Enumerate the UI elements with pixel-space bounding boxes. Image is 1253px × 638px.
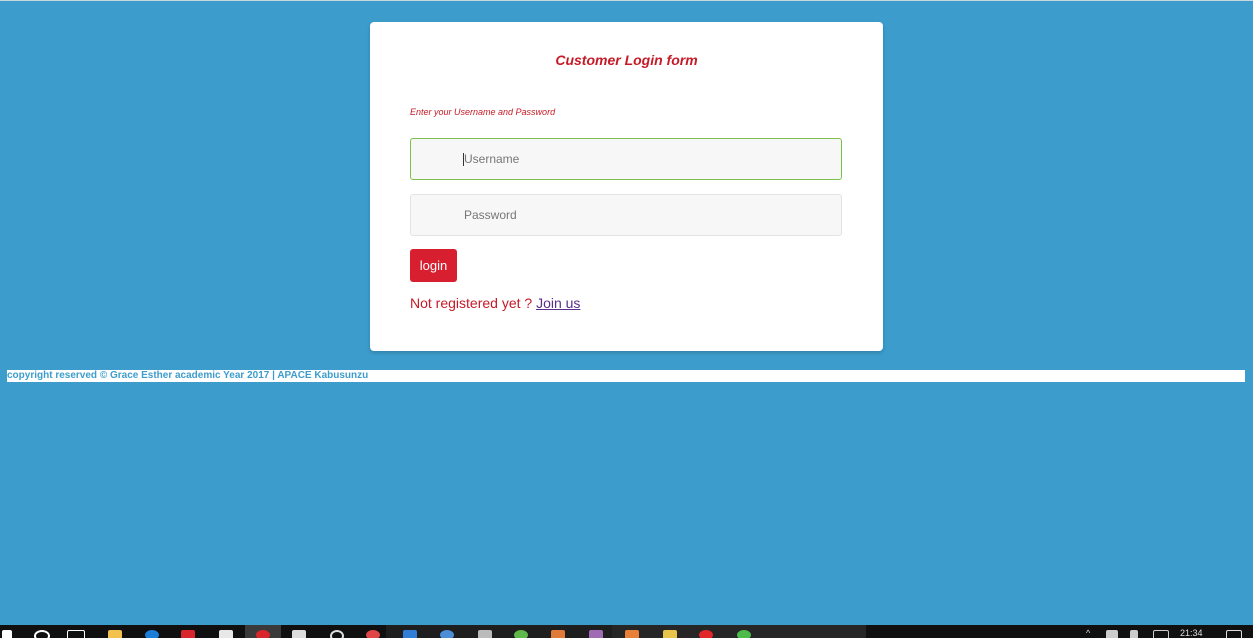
tray-chevron-icon[interactable]: ^ bbox=[1086, 629, 1090, 638]
login-button[interactable]: login bbox=[410, 249, 457, 282]
app-icon[interactable] bbox=[330, 630, 344, 638]
app-icon[interactable] bbox=[625, 630, 639, 638]
clock-icon[interactable] bbox=[366, 630, 380, 638]
join-us-link[interactable]: Join us bbox=[536, 295, 580, 311]
file-explorer-icon[interactable] bbox=[108, 630, 122, 638]
app-icon[interactable] bbox=[551, 630, 565, 638]
start-icon[interactable] bbox=[2, 630, 12, 638]
text-cursor bbox=[463, 153, 464, 166]
login-card: Customer Login form Enter your Username … bbox=[370, 22, 883, 351]
window-top-edge bbox=[0, 0, 1253, 1]
app-icon[interactable] bbox=[478, 630, 492, 638]
chrome-icon[interactable] bbox=[256, 630, 270, 638]
notifications-icon[interactable] bbox=[1226, 630, 1242, 638]
footer: copyright reserved © Grace Esther academ… bbox=[7, 370, 1245, 382]
app-icon[interactable] bbox=[440, 630, 454, 638]
task-view-icon[interactable] bbox=[67, 630, 85, 638]
password-input[interactable] bbox=[410, 194, 842, 236]
copyright-text: copyright reserved © Grace Esther academ… bbox=[7, 370, 369, 381]
app-icon[interactable] bbox=[181, 630, 195, 638]
search-icon[interactable] bbox=[34, 630, 50, 638]
app-icon[interactable] bbox=[737, 630, 751, 638]
windows-taskbar: ^ 21:34 bbox=[0, 625, 1253, 638]
keyboard-icon[interactable] bbox=[1153, 630, 1169, 638]
form-title: Customer Login form bbox=[555, 52, 698, 68]
network-icon[interactable] bbox=[1130, 630, 1138, 638]
form-instructions: Enter your Username and Password bbox=[410, 107, 556, 117]
app-icon[interactable] bbox=[699, 630, 713, 638]
taskbar-clock[interactable]: 21:34 bbox=[1180, 629, 1203, 638]
app-icon[interactable] bbox=[663, 630, 677, 638]
app-icon[interactable] bbox=[514, 630, 528, 638]
app-icon[interactable] bbox=[589, 630, 603, 638]
window-icon[interactable] bbox=[403, 630, 417, 638]
taskbar-app-group bbox=[386, 625, 612, 638]
edge-icon[interactable] bbox=[145, 630, 159, 638]
username-input[interactable] bbox=[410, 138, 842, 180]
register-prompt: Not registered yet ? Join us bbox=[410, 295, 580, 311]
register-text: Not registered yet ? bbox=[410, 295, 533, 311]
volume-icon[interactable] bbox=[1106, 630, 1118, 638]
store-icon[interactable] bbox=[219, 630, 233, 638]
notepad-icon[interactable] bbox=[292, 630, 306, 638]
